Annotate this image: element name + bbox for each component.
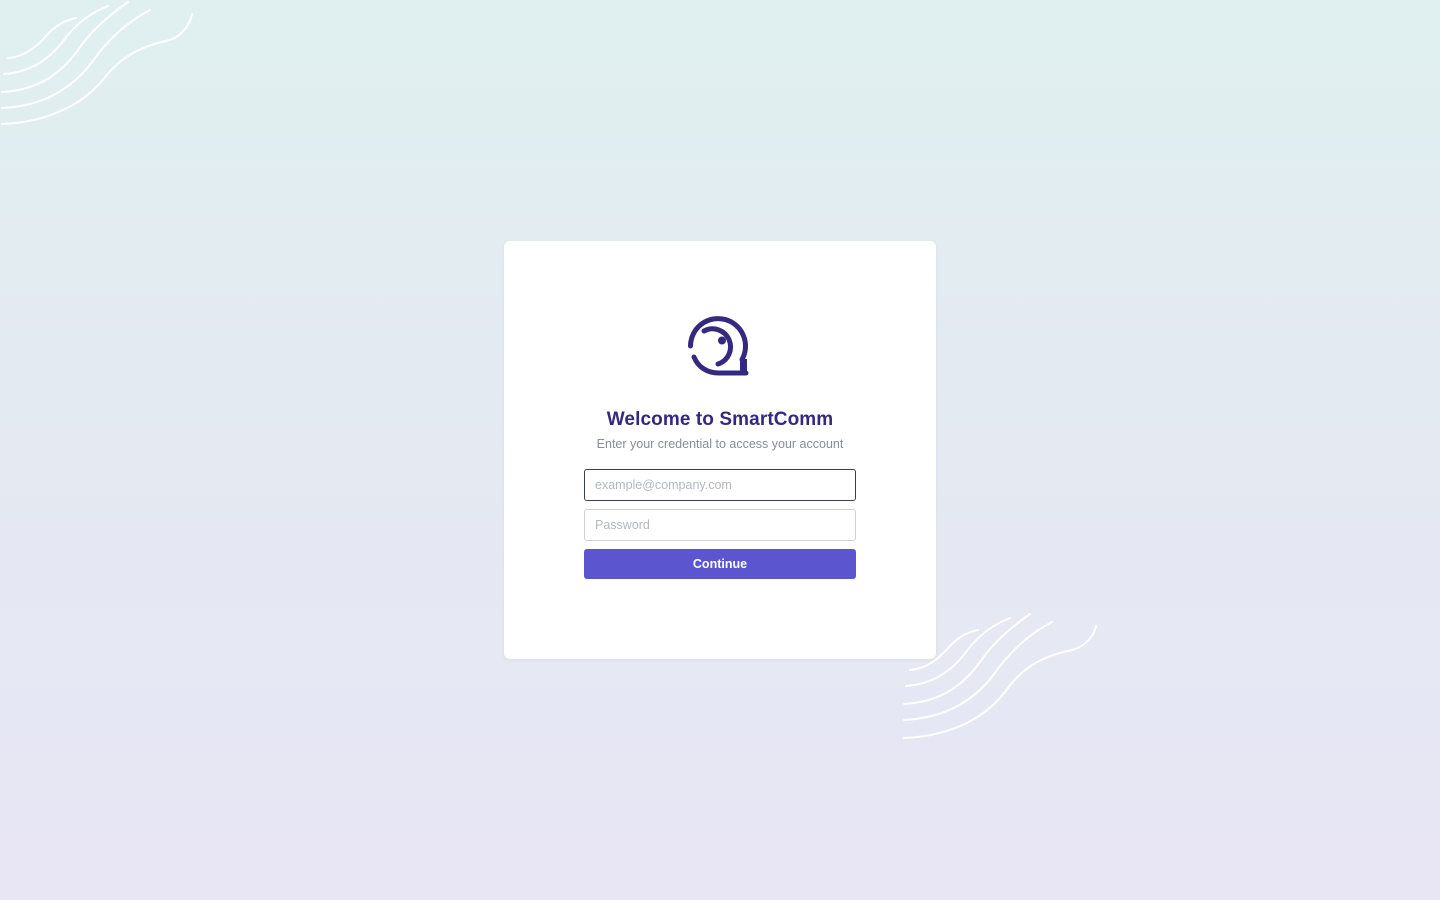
page-subtitle: Enter your credential to access your acc…: [596, 437, 844, 451]
password-field[interactable]: [584, 509, 856, 541]
continue-button[interactable]: Continue: [584, 549, 856, 579]
email-field[interactable]: [584, 469, 856, 501]
page-title: Welcome to SmartComm: [606, 409, 834, 430]
login-card: Welcome to SmartComm Enter your credenti…: [504, 241, 936, 659]
smartcomm-logo-icon: [688, 316, 749, 376]
wave-decoration-top: [1, 1, 193, 125]
